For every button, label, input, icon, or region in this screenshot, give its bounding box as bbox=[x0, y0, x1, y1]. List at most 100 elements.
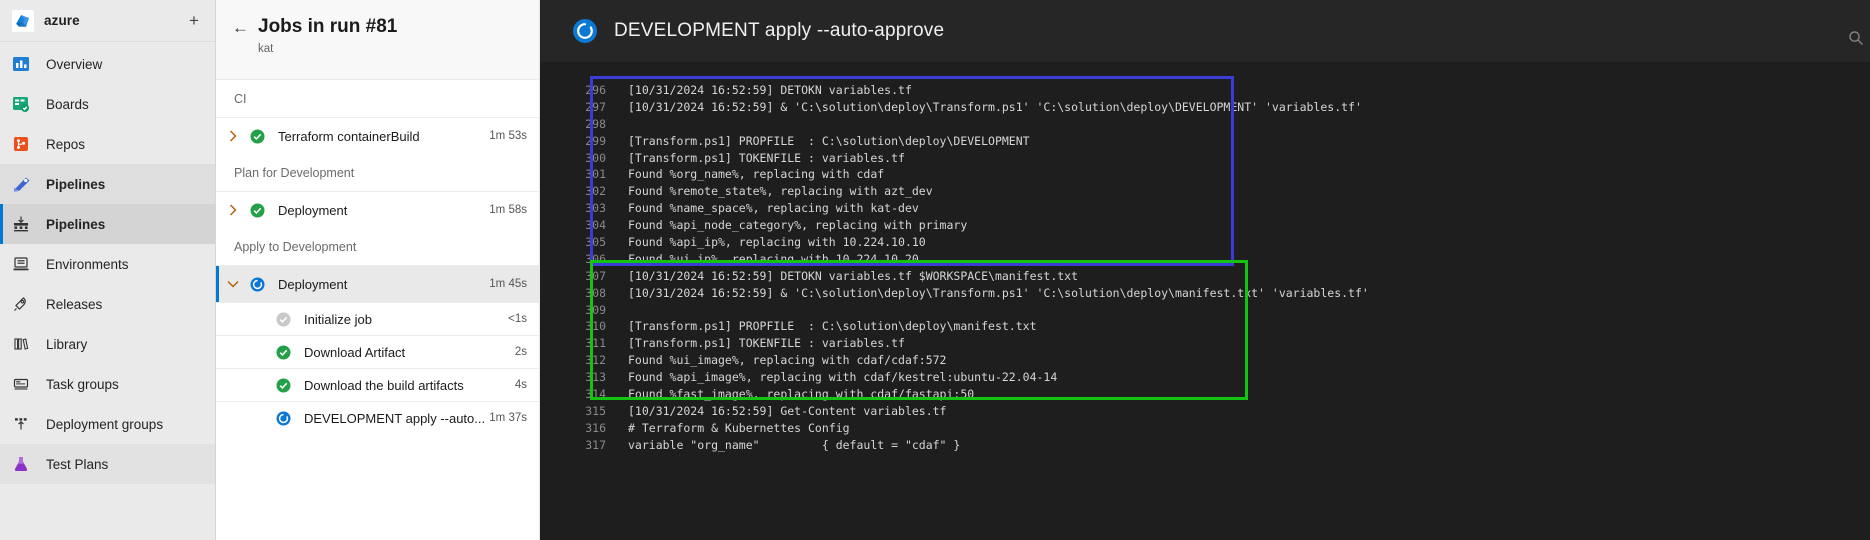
pipelines-icon bbox=[12, 175, 38, 193]
job-row-terraform-containerbuild[interactable]: Terraform containerBuild 1m 53s bbox=[216, 117, 539, 154]
sidebar-item-overview[interactable]: Overview bbox=[0, 44, 215, 84]
overview-icon bbox=[12, 55, 38, 73]
log-title: DEVELOPMENT apply --auto-approve bbox=[614, 20, 945, 41]
job-row-deployment-apply[interactable]: Deployment 1m 45s bbox=[216, 265, 539, 302]
log-line: 309 bbox=[540, 302, 1870, 319]
log-line: 305 Found %api_ip%, replacing with 10.224… bbox=[540, 234, 1870, 251]
log-line: 297 [10/31/2024 16:52:59] & 'C:\solution\… bbox=[540, 99, 1870, 116]
task-row-download-artifact[interactable]: Download Artifact 2s bbox=[216, 335, 539, 368]
task-duration: 2s bbox=[514, 346, 527, 358]
log-line-text: [10/31/2024 16:52:59] & 'C:\solution\dep… bbox=[628, 285, 1369, 300]
chevron-right-icon[interactable] bbox=[216, 204, 244, 216]
task-duration: 4s bbox=[514, 379, 527, 391]
job-row-deployment-plan[interactable]: Deployment 1m 58s bbox=[216, 191, 539, 228]
sidebar-item-pipelines-group[interactable]: Pipelines bbox=[0, 164, 215, 204]
log-line-number: 297 bbox=[585, 99, 606, 114]
log-line: 311 [Transform.ps1] TOKENFILE : variables… bbox=[540, 335, 1870, 352]
log-line-text: Found %remote_state%, replacing with azt… bbox=[628, 184, 933, 199]
log-line-number: 313 bbox=[585, 370, 606, 385]
sidebar-item-boards[interactable]: Boards bbox=[0, 84, 215, 124]
repos-icon bbox=[12, 135, 38, 153]
log-line: 310 [Transform.ps1] PROPFILE : C:\solutio… bbox=[540, 318, 1870, 335]
task-name: Download the build artifacts bbox=[304, 377, 464, 393]
task-row-download-build-artifacts[interactable]: Download the build artifacts 4s bbox=[216, 368, 539, 401]
log-line-number: 317 bbox=[585, 437, 606, 452]
log-line-text: Found %api_image%, replacing with cdaf/k… bbox=[628, 370, 1058, 385]
job-name: Deployment bbox=[278, 202, 348, 218]
job-name: Deployment bbox=[278, 276, 348, 292]
sidebar-item-repos[interactable]: Repos bbox=[0, 124, 215, 164]
left-navigation: azure + Overview Boards Repos Pipelines … bbox=[0, 0, 216, 540]
sidebar-item-task-groups[interactable]: Task groups bbox=[0, 364, 215, 404]
log-line-text: [10/31/2024 16:52:59] DETOKN variables.t… bbox=[628, 268, 1079, 283]
sidebar-item-deployment-groups[interactable]: Deployment groups bbox=[0, 404, 215, 444]
org-header: azure + bbox=[0, 0, 215, 42]
log-line-text: [Transform.ps1] PROPFILE : C:\solution\d… bbox=[628, 133, 1030, 148]
deployment-groups-icon bbox=[12, 415, 38, 433]
log-line-number: 305 bbox=[585, 235, 606, 250]
log-line-text: Found %api_ip%, replacing with 10.224.10… bbox=[628, 235, 926, 250]
log-line: 317 variable "org_name" { default = "cdaf… bbox=[540, 437, 1870, 454]
stage-label-plan-for-development: Plan for Development bbox=[216, 154, 539, 191]
task-name: Initialize job bbox=[304, 311, 372, 327]
sidebar-item-label: Library bbox=[46, 336, 88, 352]
status-succeeded-icon bbox=[244, 129, 270, 144]
sidebar-item-releases[interactable]: Releases bbox=[0, 284, 215, 324]
chevron-down-icon[interactable] bbox=[216, 280, 244, 289]
log-output[interactable]: 296 [10/31/2024 16:52:59] DETOKN variable… bbox=[540, 62, 1870, 454]
sidebar-item-library[interactable]: Library bbox=[0, 324, 215, 364]
sidebar-item-label: Boards bbox=[46, 96, 89, 112]
log-line-number: 312 bbox=[585, 353, 606, 368]
log-line: 299 [Transform.ps1] PROPFILE : C:\solutio… bbox=[540, 133, 1870, 150]
search-icon[interactable] bbox=[1848, 30, 1864, 46]
log-line-text: variable "org_name" { default = "cdaf" } bbox=[628, 437, 961, 452]
log-line-number: 310 bbox=[585, 319, 606, 334]
org-name: azure bbox=[44, 13, 80, 28]
status-succeeded-icon bbox=[270, 378, 296, 393]
task-groups-icon bbox=[12, 375, 38, 393]
log-line: 307 [10/31/2024 16:52:59] DETOKN variable… bbox=[540, 268, 1870, 285]
stage-label-apply-to-development: Apply to Development bbox=[216, 228, 539, 265]
new-project-button[interactable]: + bbox=[183, 10, 205, 32]
sidebar-item-pipelines[interactable]: Pipelines bbox=[0, 204, 215, 244]
job-duration: 1m 58s bbox=[489, 204, 527, 216]
log-line: 313 Found %api_image%, replacing with cda… bbox=[540, 369, 1870, 386]
sidebar-item-label: Repos bbox=[46, 136, 86, 152]
task-row-development-apply[interactable]: DEVELOPMENT apply --auto... 1m 37s bbox=[216, 401, 539, 434]
log-line-number: 299 bbox=[585, 133, 606, 148]
task-duration: <1s bbox=[508, 313, 527, 325]
pipelines-sub-icon bbox=[12, 215, 38, 233]
log-line-number: 300 bbox=[585, 150, 606, 165]
log-line-text: Found %ui_ip%, replacing with 10.224.10.… bbox=[628, 251, 919, 266]
log-line-number: 303 bbox=[585, 201, 606, 216]
library-icon bbox=[12, 335, 38, 353]
back-button[interactable]: ← bbox=[232, 16, 258, 79]
sidebar-item-test-plans[interactable]: Test Plans bbox=[0, 444, 215, 484]
log-line-number: 304 bbox=[585, 218, 606, 233]
log-line-number: 311 bbox=[585, 336, 606, 351]
sidebar-item-label: Deployment groups bbox=[46, 416, 164, 432]
log-line-text: Found %ui_image%, replacing with cdaf/cd… bbox=[628, 353, 947, 368]
log-line-text: [10/31/2024 16:52:59] Get-Content variab… bbox=[628, 403, 947, 418]
log-line-number: 301 bbox=[585, 167, 606, 182]
task-row-initialize-job[interactable]: Initialize job <1s bbox=[216, 302, 539, 335]
task-name: DEVELOPMENT apply --auto... bbox=[304, 410, 486, 426]
running-spinner-icon bbox=[572, 18, 598, 44]
stage-label-ci: CI bbox=[216, 80, 539, 117]
log-line-number: 298 bbox=[585, 116, 606, 131]
app-root: azure + Overview Boards Repos Pipelines … bbox=[0, 0, 1870, 540]
job-name: Terraform containerBuild bbox=[278, 128, 420, 144]
chevron-right-icon[interactable] bbox=[216, 130, 244, 142]
job-duration: 1m 53s bbox=[489, 130, 527, 142]
log-line: 296 [10/31/2024 16:52:59] DETOKN variable… bbox=[540, 82, 1870, 99]
log-line-number: 302 bbox=[585, 184, 606, 199]
log-line: 314 Found %fast_image%, replacing with cd… bbox=[540, 386, 1870, 403]
sidebar-item-environments[interactable]: Environments bbox=[0, 244, 215, 284]
jobs-panel: ← Jobs in run #81 kat CI Terraform conta… bbox=[216, 0, 540, 540]
log-line: 302 Found %remote_state%, replacing with … bbox=[540, 183, 1870, 200]
log-line-number: 308 bbox=[585, 285, 606, 300]
log-line: 306 Found %ui_ip%, replacing with 10.224.… bbox=[540, 251, 1870, 268]
log-line-number: 316 bbox=[585, 420, 606, 435]
boards-icon bbox=[12, 95, 38, 113]
task-name: Download Artifact bbox=[304, 344, 406, 360]
